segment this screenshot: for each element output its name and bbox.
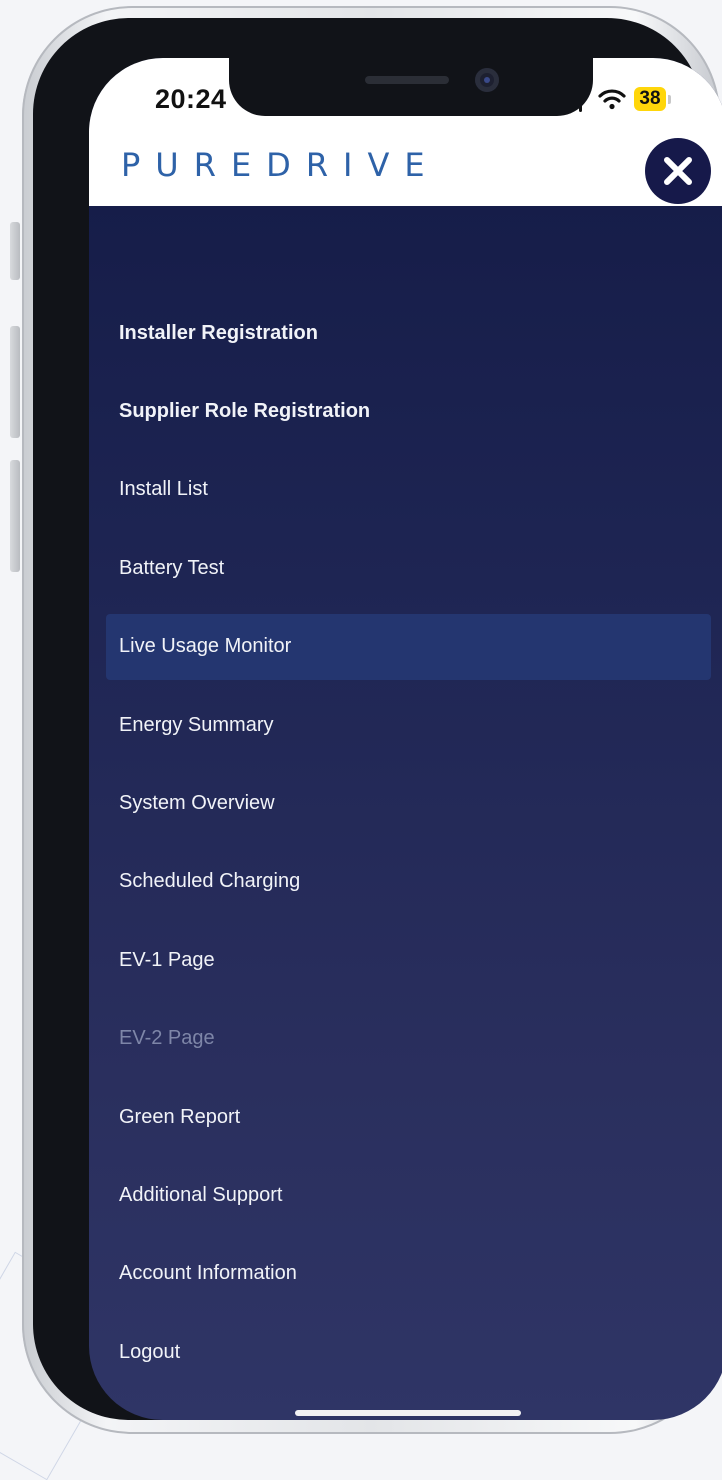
menu-item-system-overview[interactable]: System Overview [89, 764, 722, 842]
phone-bezel: 20:24 38 PUREDRIVE [33, 18, 703, 1420]
battery-tip [668, 95, 671, 104]
menu-item-install-list[interactable]: Install List [89, 451, 722, 529]
navigation-menu: Installer Registration Supplier Role Reg… [89, 294, 722, 1391]
close-menu-button[interactable] [645, 138, 711, 204]
screen: 20:24 38 PUREDRIVE [89, 58, 722, 1420]
close-icon [661, 154, 695, 188]
menu-item-scheduled-charging[interactable]: Scheduled Charging [89, 843, 722, 921]
menu-item-label: Account Information [119, 1262, 297, 1285]
notch [229, 58, 593, 116]
menu-item-additional-support[interactable]: Additional Support [89, 1156, 722, 1234]
menu-item-label: Installer Registration [119, 322, 318, 345]
menu-item-label: Live Usage Monitor [119, 635, 291, 658]
wifi-icon [598, 88, 626, 110]
menu-item-ev-1-page[interactable]: EV-1 Page [89, 921, 722, 999]
menu-item-energy-summary[interactable]: Energy Summary [89, 686, 722, 764]
menu-item-label: Install List [119, 478, 208, 501]
menu-item-label: Supplier Role Registration [119, 400, 370, 423]
status-time: 20:24 [155, 84, 227, 115]
status-indicators: 38 [579, 82, 671, 116]
menu-item-label: Additional Support [119, 1184, 282, 1207]
menu-item-label: Scheduled Charging [119, 870, 300, 893]
menu-item-label: Energy Summary [119, 714, 274, 737]
menu-item-label: EV-1 Page [119, 949, 215, 972]
menu-item-battery-test[interactable]: Battery Test [89, 529, 722, 607]
volume-up-button [10, 326, 20, 438]
menu-item-label: Logout [119, 1341, 180, 1364]
brand-logo: PUREDRIVE [121, 146, 440, 184]
menu-item-label: System Overview [119, 792, 275, 815]
menu-item-ev-2-page[interactable]: EV-2 Page [89, 1000, 722, 1078]
speaker-grille [365, 76, 449, 84]
menu-item-installer-registration[interactable]: Installer Registration [89, 294, 722, 372]
menu-item-label: EV-2 Page [119, 1027, 215, 1050]
menu-item-green-report[interactable]: Green Report [89, 1078, 722, 1156]
battery-indicator: 38 [634, 87, 666, 111]
mute-switch [10, 222, 20, 280]
volume-down-button [10, 460, 20, 572]
front-camera [475, 68, 499, 92]
menu-item-label: Green Report [119, 1106, 240, 1129]
menu-item-supplier-role-registration[interactable]: Supplier Role Registration [89, 372, 722, 450]
menu-item-logout[interactable]: Logout [89, 1313, 722, 1391]
menu-item-label: Battery Test [119, 557, 224, 580]
home-indicator[interactable] [295, 1410, 521, 1416]
menu-item-account-information[interactable]: Account Information [89, 1235, 722, 1313]
menu-item-live-usage-monitor[interactable]: Live Usage Monitor [89, 608, 722, 686]
